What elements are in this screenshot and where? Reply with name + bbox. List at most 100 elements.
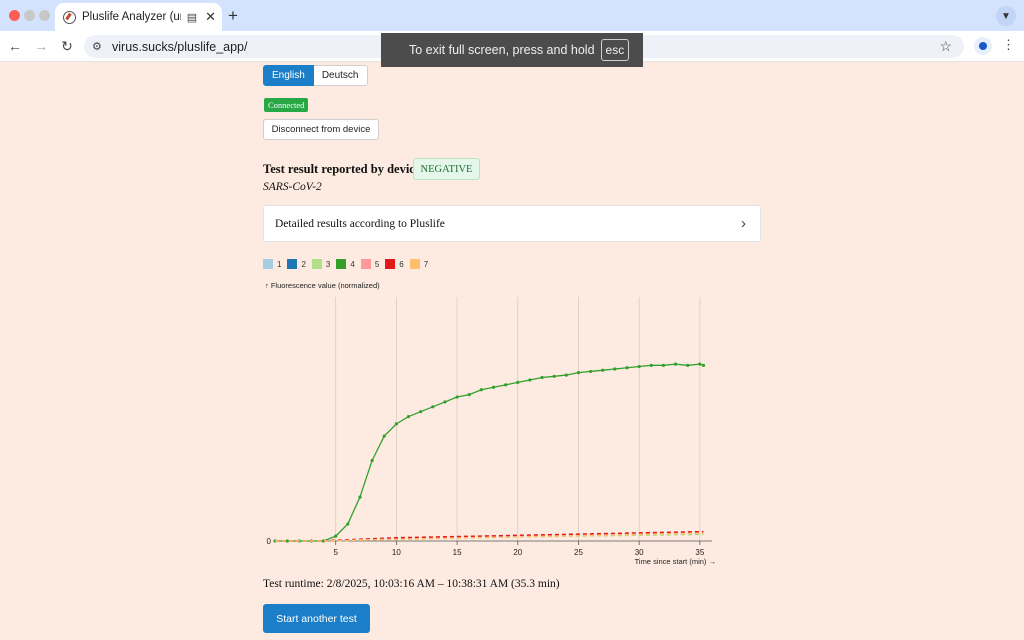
tab-media-icon: ▤ [186, 11, 198, 24]
data-point-4 [334, 534, 338, 538]
legend-swatch [336, 259, 347, 269]
legend-item-3[interactable]: 3 [311, 259, 331, 269]
test-runtime: Test runtime: 2/8/2025, 10:03:16 AM – 10… [263, 578, 560, 590]
back-arrow-icon[interactable]: ← [5, 36, 25, 56]
data-point-4 [370, 458, 374, 463]
legend-swatch [409, 259, 420, 269]
legend-label: 1 [277, 259, 282, 269]
test-result-label: Test result reported by device: [263, 162, 425, 176]
detailed-results-expander[interactable]: Detailed results according to Pluslife › [263, 205, 761, 242]
browser-tab-bar: Pluslife Analyzer (unofficial) ▤ ✕ + ▼ [0, 0, 1024, 31]
legend-label: 2 [301, 259, 306, 269]
window-close-button[interactable] [9, 10, 20, 21]
window-minimize-button[interactable] [24, 10, 35, 21]
x-tick-label: 15 [453, 548, 462, 557]
data-point-4 [516, 380, 520, 384]
data-point-4 [613, 367, 617, 371]
data-point-4 [419, 410, 423, 414]
y-tick-label: 0 [267, 537, 272, 546]
tab-close-icon[interactable]: ✕ [205, 9, 216, 25]
legend-swatch [311, 259, 322, 269]
data-point-4 [637, 364, 641, 369]
profile-avatar-icon[interactable] [974, 37, 992, 55]
x-tick-label: 30 [635, 548, 644, 557]
legend-item-7[interactable]: 7 [409, 259, 429, 269]
data-point-4 [589, 369, 593, 374]
fullscreen-toast-message: To exit full screen, press and hold [409, 43, 595, 57]
legend-item-6[interactable]: 6 [385, 259, 404, 269]
chart-legend: 1 2 3 4 5 6 7 [263, 259, 428, 269]
data-point-4 [431, 405, 435, 409]
new-tab-button[interactable]: + [228, 6, 238, 26]
legend-item-5[interactable]: 5 [360, 259, 380, 269]
data-point-4 [394, 422, 398, 426]
x-tick-label: 10 [392, 548, 401, 557]
chevron-right-icon: › [741, 215, 746, 232]
legend-label: 6 [399, 259, 404, 269]
url-text[interactable]: virus.sucks/pluslife_app/ [112, 40, 247, 54]
x-tick-label: 35 [695, 548, 704, 557]
data-point-4 [673, 362, 678, 366]
legend-label: 7 [423, 259, 429, 269]
data-point-4 [552, 374, 556, 378]
tab-search-chevron-down-icon[interactable]: ▼ [996, 6, 1016, 26]
start-another-test-button[interactable]: Start another test [263, 604, 370, 633]
data-point-4 [382, 434, 386, 438]
y-axis-label: ↑ Fluorescence value (normalized) [265, 281, 380, 290]
data-point-4 [406, 414, 411, 419]
legend-swatch [385, 259, 396, 269]
fullscreen-toast-key: esc [600, 39, 630, 61]
x-tick-label: 20 [513, 548, 522, 557]
data-point-4 [649, 363, 653, 367]
site-info-icon[interactable]: ⚙ [92, 40, 110, 53]
data-point-4 [455, 395, 459, 399]
data-point-4 [491, 385, 496, 389]
kebab-menu-icon[interactable]: ⋮ [1002, 37, 1015, 53]
legend-swatch [360, 259, 371, 269]
detailed-results-title: Detailed results according to Pluslife [275, 217, 445, 230]
legend-swatch [287, 259, 298, 269]
data-point-4 [601, 368, 605, 372]
data-point-4 [661, 363, 666, 367]
tab-title: Pluslife Analyzer (unofficial) [82, 11, 181, 23]
data-point-4 [443, 400, 447, 404]
language-deutsch-button[interactable]: Deutsch [313, 65, 368, 86]
data-point-4 [698, 362, 702, 366]
data-point-4 [686, 363, 690, 367]
legend-item-1[interactable]: 1 [263, 259, 281, 269]
data-point-4 [285, 539, 289, 543]
data-point-4 [528, 378, 532, 382]
x-tick-label: 25 [574, 548, 583, 557]
data-point-4 [479, 388, 483, 392]
data-point-4 [576, 371, 581, 375]
disconnect-button[interactable]: Disconnect from device [263, 119, 379, 140]
legend-label: 3 [325, 259, 331, 269]
data-point-4 [540, 375, 544, 380]
connection-status-badge: Connected [264, 98, 309, 112]
x-axis-label: Time since start (min) → [635, 557, 716, 566]
fluorescence-chart: 5 10 15 20 25 30 35 0 Time since start (min) → [267, 297, 716, 566]
window-zoom-button[interactable] [39, 10, 50, 21]
x-tick-label: 5 [333, 548, 338, 557]
favicon-icon [63, 10, 76, 24]
data-point-4 [358, 495, 362, 499]
fullscreen-toast: To exit full screen, press and hold esc [381, 33, 643, 67]
test-result-badge: NEGATIVE [413, 158, 480, 180]
reload-icon[interactable]: ↻ [57, 36, 77, 56]
legend-swatch [263, 259, 273, 269]
data-point-4 [504, 383, 508, 387]
legend-label: 4 [350, 259, 355, 269]
pathogen-name: SARS-CoV-2 [263, 181, 322, 193]
language-switcher: English Deutsch [263, 65, 368, 86]
language-english-button[interactable]: English [263, 65, 314, 86]
data-point-4 [564, 373, 568, 377]
bookmark-star-icon[interactable]: ☆ [939, 38, 952, 55]
data-point-4 [346, 522, 350, 526]
legend-item-4[interactable]: 4 [336, 259, 355, 269]
legend-label: 5 [374, 259, 380, 269]
data-point-4 [701, 363, 706, 367]
forward-arrow-icon[interactable]: → [31, 36, 51, 56]
data-point-4 [625, 366, 629, 370]
browser-tab[interactable]: Pluslife Analyzer (unofficial) ▤ ✕ [55, 3, 222, 31]
legend-item-2[interactable]: 2 [287, 259, 306, 269]
